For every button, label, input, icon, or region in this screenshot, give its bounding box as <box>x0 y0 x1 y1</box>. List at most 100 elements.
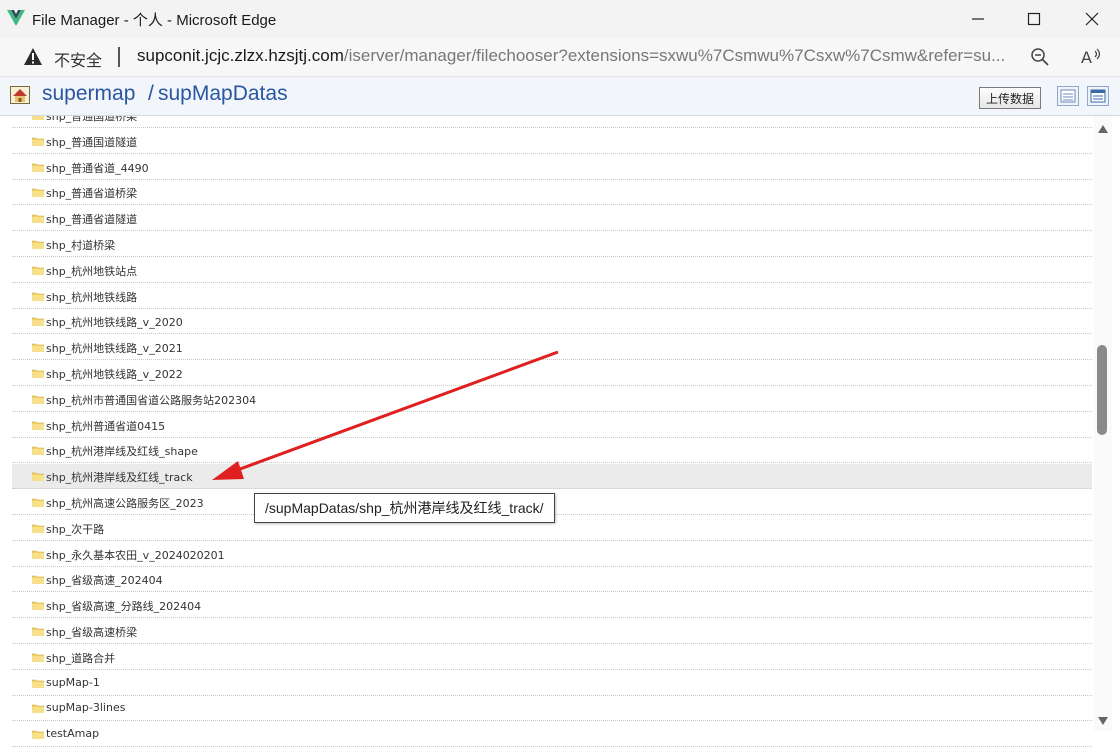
folder-icon <box>32 137 44 146</box>
detail-view-button[interactable] <box>1087 86 1109 106</box>
security-label[interactable]: 不安全 <box>54 47 102 71</box>
folder-row[interactable]: testAmap <box>12 722 1092 748</box>
list-view-button[interactable] <box>1057 86 1079 106</box>
detail-view-icon <box>1090 89 1106 103</box>
folder-row[interactable]: supMap-3lines <box>12 696 1092 722</box>
folder-name[interactable]: shp_省级高速_分路线_202404 <box>46 598 201 614</box>
folder-row[interactable]: shp_道路合并 <box>12 645 1092 670</box>
folder-name[interactable]: shp_杭州普通省道0415 <box>46 418 165 434</box>
folder-row[interactable]: shp_杭州市普通国省道公路服务站202304 <box>12 387 1092 412</box>
url-host: supconit.jcjc.zlzx.hzsjtj.com <box>137 46 344 65</box>
window-title: File Manager - 个人 - Microsoft Edge <box>32 12 277 29</box>
folder-name[interactable]: shp_普通国道隧道 <box>46 134 137 150</box>
folder-icon <box>32 318 44 327</box>
folder-icon <box>32 498 44 507</box>
folder-name[interactable]: shp_杭州港岸线及红线_track <box>46 469 193 485</box>
maximize-icon <box>1027 12 1041 26</box>
read-aloud-icon[interactable]: A <box>1080 46 1102 68</box>
folder-name[interactable]: shp_杭州地铁线路_v_2022 <box>46 366 183 382</box>
folder-name[interactable]: shp_杭州地铁站点 <box>46 263 137 279</box>
maximize-button[interactable] <box>1006 0 1062 38</box>
folder-icon <box>32 550 44 559</box>
folder-icon <box>32 369 44 378</box>
folder-name[interactable]: shp_普通省道_4490 <box>46 160 149 176</box>
list-view-icon <box>1060 89 1076 103</box>
url-path: /iserver/manager/filechooser?extensions=… <box>343 46 1006 65</box>
address-bar[interactable]: 不安全 supconit.jcjc.zlzx.hzsjtj.com/iserve… <box>0 38 1120 77</box>
folder-icon <box>32 240 44 249</box>
folder-row[interactable]: shp_省级高速_202404 <box>12 567 1092 593</box>
folder-row[interactable]: shp_杭州普通省道0415 <box>12 413 1092 438</box>
folder-row[interactable]: shp_杭州地铁线路_v_2020 <box>12 309 1092 335</box>
folder-row[interactable]: shp_普通省道_4490 <box>12 155 1092 180</box>
scroll-down-icon[interactable] <box>1097 716 1109 726</box>
folder-icon <box>32 576 44 585</box>
folder-name[interactable]: shp_普通国道桥梁 <box>46 116 137 124</box>
folder-name[interactable]: supMap-3lines <box>46 701 125 714</box>
folder-name[interactable]: shp_村道桥梁 <box>46 237 115 253</box>
breadcrumb-separator: / <box>148 82 154 105</box>
folder-name[interactable]: shp_杭州高速公路服务区_2023 <box>46 495 204 511</box>
file-list: shp_普通国道桥梁 shp_普通国道隧道 shp_普通省道_4490 shp_普通省… <box>0 116 1094 753</box>
folder-row[interactable]: shp_杭州地铁线路 <box>12 284 1092 309</box>
vue-logo-icon <box>7 10 25 26</box>
scrollbar-thumb[interactable] <box>1097 345 1107 435</box>
scroll-up-icon[interactable] <box>1097 124 1109 134</box>
url-text[interactable]: supconit.jcjc.zlzx.hzsjtj.com/iserver/ma… <box>137 46 1017 66</box>
minimize-button[interactable] <box>950 0 1006 38</box>
folder-icon <box>32 730 44 740</box>
folder-icon <box>32 705 44 714</box>
folder-row[interactable]: shp_永久基本农田_v_2024020201 <box>12 542 1092 567</box>
folder-name[interactable]: supMap-1 <box>46 676 100 689</box>
folder-name[interactable]: shp_杭州市普通国省道公路服务站202304 <box>46 392 256 408</box>
folder-name[interactable]: shp_普通省道隧道 <box>46 211 137 227</box>
address-separator <box>118 47 120 67</box>
folder-name[interactable]: shp_省级高速桥梁 <box>46 624 137 640</box>
folder-row[interactable]: shp_村道桥梁 <box>12 232 1092 257</box>
folder-icon <box>32 472 44 482</box>
folder-icon <box>32 679 44 688</box>
folder-row[interactable]: shp_省级高速桥梁 <box>12 619 1092 644</box>
folder-icon <box>32 421 44 430</box>
folder-icon <box>32 116 44 120</box>
home-icon[interactable] <box>10 86 30 104</box>
folder-icon <box>32 627 44 636</box>
folder-name[interactable]: testAmap <box>46 727 99 740</box>
folder-row[interactable]: shp_普通国道桥梁 <box>12 116 1092 128</box>
folder-name[interactable]: shp_杭州地铁线路 <box>46 289 137 305</box>
breadcrumb-current[interactable]: supMapDatas <box>158 82 288 106</box>
folder-row[interactable]: shp_普通省道隧道 <box>12 206 1092 232</box>
folder-icon <box>32 292 44 301</box>
folder-row[interactable]: shp_普通国道隧道 <box>12 129 1092 154</box>
folder-row[interactable]: supMap-1 <box>12 671 1092 696</box>
folder-icon <box>32 524 44 533</box>
folder-row[interactable]: shp_杭州地铁站点 <box>12 258 1092 283</box>
folder-name[interactable]: shp_永久基本农田_v_2024020201 <box>46 547 225 563</box>
folder-row[interactable]: shp_杭州地铁线路_v_2021 <box>12 335 1092 361</box>
folder-icon <box>32 447 44 456</box>
svg-text:A: A <box>1081 48 1092 67</box>
folder-icon <box>32 214 44 224</box>
upload-data-button[interactable]: 上传数据 <box>979 87 1041 109</box>
page-header: supermap / supMapDatas 上传数据 <box>0 77 1120 116</box>
folder-name[interactable]: shp_次干路 <box>46 521 104 537</box>
close-icon <box>1085 12 1099 26</box>
folder-icon <box>32 395 44 404</box>
folder-name[interactable]: shp_杭州地铁线路_v_2020 <box>46 314 183 330</box>
folder-row[interactable]: shp_普通省道桥梁 <box>12 180 1092 206</box>
zoom-out-icon[interactable] <box>1030 47 1050 67</box>
folder-icon <box>32 343 44 353</box>
breadcrumb-root[interactable]: supermap <box>42 82 135 106</box>
warning-icon[interactable] <box>23 47 43 67</box>
close-button[interactable] <box>1064 0 1120 38</box>
folder-row[interactable]: shp_杭州地铁线路_v_2022 <box>12 361 1092 386</box>
folder-icon <box>32 189 44 198</box>
folder-name[interactable]: shp_杭州地铁线路_v_2021 <box>46 340 183 356</box>
folder-row[interactable]: shp_杭州港岸线及红线_shape <box>12 438 1092 464</box>
folder-name[interactable]: shp_普通省道桥梁 <box>46 185 137 201</box>
folder-row[interactable]: shp_杭州港岸线及红线_track <box>12 464 1092 490</box>
folder-name[interactable]: shp_道路合并 <box>46 650 115 666</box>
folder-name[interactable]: shp_杭州港岸线及红线_shape <box>46 443 198 459</box>
folder-name[interactable]: shp_省级高速_202404 <box>46 572 163 588</box>
folder-row[interactable]: shp_省级高速_分路线_202404 <box>12 593 1092 619</box>
